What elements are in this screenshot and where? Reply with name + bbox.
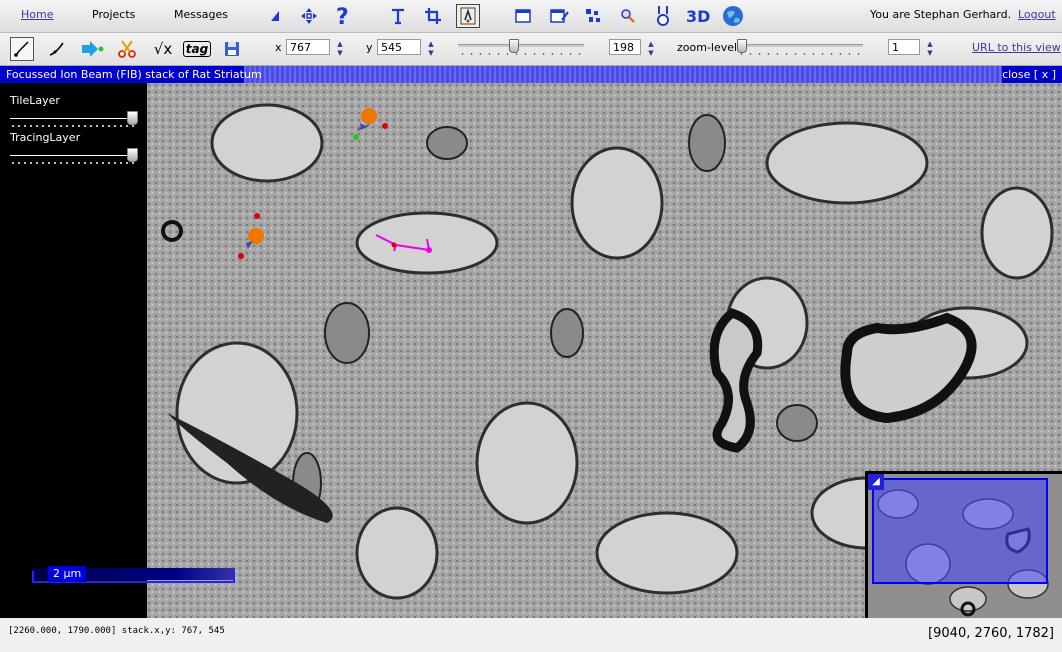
y-spinner-icon[interactable]: ▲ ▼ — [427, 40, 435, 58]
tracing-layer-opacity-slider[interactable] — [10, 148, 138, 166]
go-to-node-icon[interactable] — [80, 37, 104, 61]
ontology-icon[interactable] — [651, 4, 675, 28]
window-icon[interactable] — [511, 4, 535, 28]
menu-bar: Home Projects Messages ? 3D You are Step… — [0, 0, 1062, 33]
help-icon[interactable]: ? — [331, 4, 355, 28]
tile-layer-opacity-slider[interactable] — [10, 111, 138, 129]
messages-menu[interactable]: Messages — [174, 8, 228, 21]
zoom-spinner-icon[interactable]: ▲ ▼ — [926, 40, 934, 58]
stack-title: Focussed Ion Beam (FIB) stack of Rat Str… — [6, 68, 262, 81]
layer-panel: TileLayer TracingLayer — [0, 83, 147, 618]
zoom-slider[interactable] — [737, 39, 863, 57]
zoom-level-input[interactable] — [888, 39, 920, 55]
tile-layer-slider-thumb[interactable] — [127, 111, 138, 125]
segmentation-icon[interactable] — [581, 4, 605, 28]
split-skeleton-icon[interactable] — [115, 37, 139, 61]
status-coordinates: [2260.000, 1790.000] stack.x,y: 767, 545 — [8, 626, 225, 636]
save-icon[interactable] — [220, 37, 244, 61]
close-stack-button[interactable]: close [ x ] — [1002, 68, 1056, 81]
crop-icon[interactable] — [421, 4, 445, 28]
overview-panel[interactable]: ◢ — [865, 471, 1062, 618]
move-icon[interactable] — [297, 4, 321, 28]
3d-view-label: 3D — [686, 7, 710, 26]
tracing-tool-icon[interactable] — [456, 4, 480, 28]
status-project-coordinates: [9040, 2760, 1782] — [928, 626, 1054, 641]
search-zoom-icon[interactable] — [616, 4, 640, 28]
tracing-layer-slider-thumb[interactable] — [127, 148, 138, 162]
globe-icon[interactable] — [721, 4, 745, 28]
z-slider-thumb[interactable] — [509, 39, 519, 53]
overview-image[interactable] — [868, 474, 1062, 618]
z-spinner-icon[interactable]: ▲ ▼ — [647, 40, 655, 58]
tag-label: tag — [182, 41, 212, 57]
layer-name-tracing: TracingLayer — [10, 131, 81, 144]
projects-menu[interactable]: Projects — [92, 8, 135, 21]
z-slider[interactable] — [458, 39, 584, 57]
svg-text:?: ? — [336, 5, 349, 28]
scale-bar-label: 2 µm — [48, 566, 87, 582]
math-sqrt-icon[interactable]: √x — [150, 37, 176, 61]
window-edit-icon[interactable] — [547, 4, 571, 28]
logout-link[interactable]: Logout — [1018, 8, 1056, 21]
scale-bar: 2 µm — [32, 566, 235, 584]
tracing-pen-icon[interactable] — [10, 37, 34, 61]
y-coordinate-input[interactable] — [377, 39, 421, 55]
overview-viewport-box[interactable] — [872, 478, 1048, 584]
x-spinner-icon[interactable]: ▲ ▼ — [336, 40, 344, 58]
zoom-slider-thumb[interactable] — [737, 39, 747, 53]
y-label: y — [366, 41, 373, 54]
tool-bar: √x tag x ▲▼ y ▲▼ ▲▼ zoom-level ▲▼ URL to… — [0, 33, 1062, 66]
overview-toggle-icon[interactable]: ◢ — [868, 474, 884, 490]
url-to-view-link[interactable]: URL to this view — [972, 41, 1061, 54]
tag-icon[interactable]: tag — [182, 37, 212, 61]
zoom-level-label: zoom-level — [677, 41, 738, 54]
x-coordinate-input[interactable] — [286, 39, 330, 55]
skeleton-pen-icon[interactable] — [45, 37, 69, 61]
z-coordinate-input[interactable] — [609, 39, 641, 55]
status-bar: [2260.000, 1790.000] stack.x,y: 767, 545… — [0, 618, 1062, 652]
stack-title-bar: Focussed Ion Beam (FIB) stack of Rat Str… — [0, 66, 1062, 83]
3d-view-icon[interactable]: 3D — [685, 4, 713, 28]
navigate-back-icon[interactable] — [263, 4, 287, 28]
x-label: x — [275, 41, 282, 54]
user-status: You are Stephan Gerhard. — [870, 8, 1012, 21]
sqrt-label: √x — [153, 40, 173, 58]
text-tool-icon[interactable] — [386, 4, 410, 28]
home-link[interactable]: Home — [21, 8, 53, 21]
layer-name-tile: TileLayer — [10, 94, 60, 107]
